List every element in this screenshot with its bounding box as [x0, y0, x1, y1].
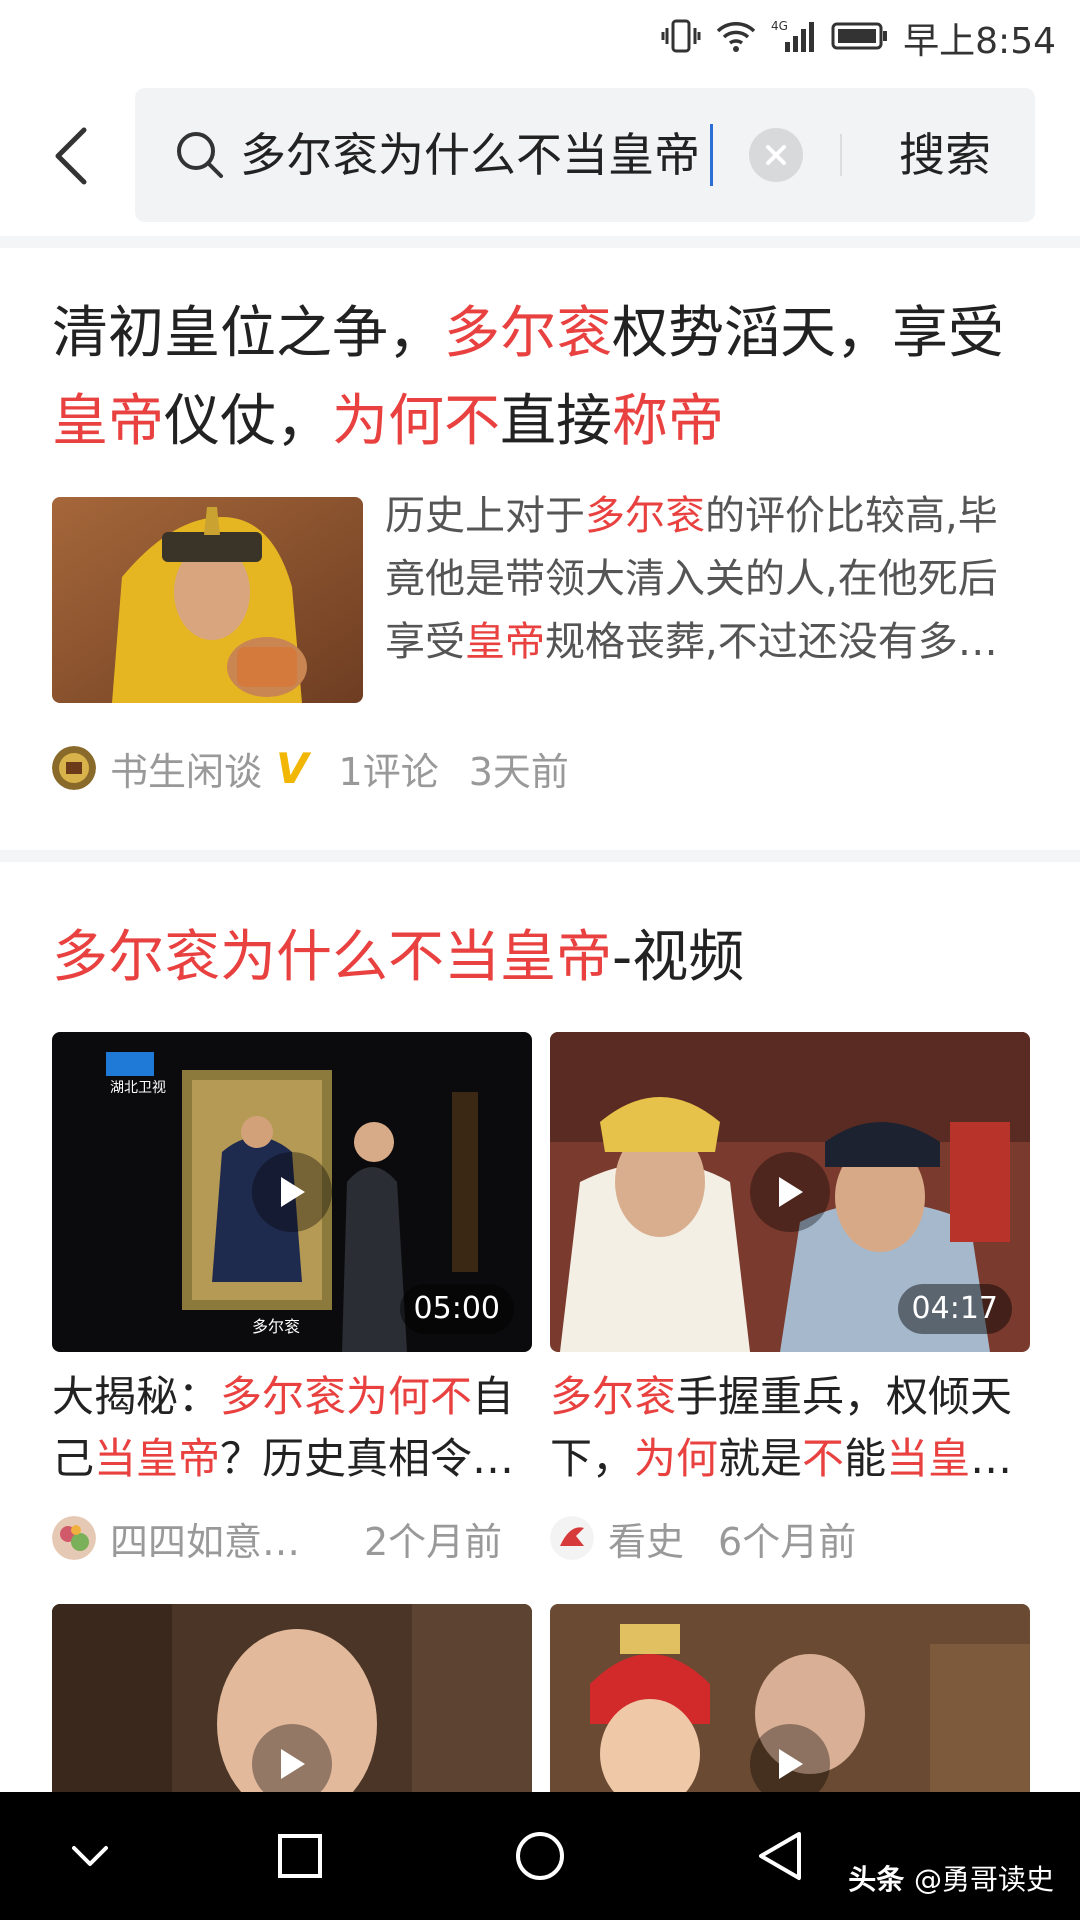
article-meta: 书生闲谈 V 1评论 3天前: [52, 740, 569, 796]
highlight-text: 不: [802, 1434, 845, 1483]
clear-button[interactable]: [749, 128, 803, 182]
status-time: 早上8:54: [903, 21, 1056, 62]
article-thumbnail[interactable]: [52, 497, 363, 703]
publish-time: 3天前: [468, 749, 569, 794]
highlight-text: 为何: [634, 1434, 719, 1483]
publish-time: 2个月前: [364, 1519, 503, 1564]
highlight-text: 当皇帝: [94, 1434, 221, 1483]
svg-text:湖北卫视: 湖北卫视: [110, 1080, 166, 1096]
svg-text:多尔衮: 多尔衮: [252, 1317, 300, 1336]
highlight-text: 多尔衮: [550, 1372, 677, 1421]
home-button[interactable]: [510, 1826, 570, 1886]
video-duration: 04:17: [897, 1284, 1012, 1334]
signal-icon: 4G: [771, 18, 817, 58]
video-title[interactable]: 多尔衮手握重兵，权倾天下，为何就是不能当皇…: [550, 1366, 1030, 1490]
text-segment: ？历史真相令…: [220, 1434, 515, 1483]
video-thumbnail[interactable]: 04:17: [550, 1032, 1030, 1352]
highlight-text: 多尔衮为什么不当皇帝: [52, 925, 612, 990]
close-icon: [766, 145, 786, 165]
wifi-icon: [715, 19, 757, 57]
avatar[interactable]: [52, 746, 96, 790]
publish-time: 6个月前: [718, 1519, 857, 1564]
hide-keyboard-button[interactable]: [60, 1826, 120, 1886]
system-nav-bar: [0, 1792, 1080, 1920]
text-segment: …: [970, 1434, 1013, 1483]
video-card[interactable]: 04:17 多尔衮手握重兵，权倾天下，为何就是不能当皇… 看史 6个月前: [550, 1032, 1030, 1566]
chevron-down-icon: [72, 1846, 108, 1866]
video-author[interactable]: 看史: [608, 1511, 684, 1566]
text-cursor: [710, 124, 713, 186]
text-segment: 规格丧葬,不过还没有多…: [545, 619, 998, 665]
video-author[interactable]: 四四如意…: [110, 1511, 330, 1566]
text-segment: 仪仗，: [164, 389, 332, 454]
divider: [0, 236, 1080, 248]
vibrate-icon: [661, 18, 701, 58]
play-icon[interactable]: [252, 1152, 332, 1232]
highlight-text: 皇帝: [465, 619, 545, 665]
search-icon: [175, 130, 225, 180]
video-card[interactable]: 湖北卫视 多尔衮 05:00 大揭秘：多尔衮为何不自己当皇帝？历史真相令… 四四…: [52, 1032, 532, 1566]
text-segment: -视频: [612, 925, 745, 990]
highlight-text: 称帝: [612, 389, 724, 454]
comment-count: 1评论: [338, 749, 439, 794]
article-author[interactable]: 书生闲谈: [110, 741, 262, 796]
article-title[interactable]: 清初皇位之争，多尔衮权势滔天，享受皇帝仪仗，为何不直接称帝: [52, 290, 1042, 466]
svg-text:4G: 4G: [771, 19, 788, 33]
search-header: 多尔衮为什么不当皇帝 搜索: [0, 76, 1080, 236]
article-description: 历史上对于多尔衮的评价比较高,毕竟他是带领大清入关的人,在他死后享受皇帝规格丧葬…: [385, 485, 1030, 674]
highlight-text: 当皇: [886, 1434, 971, 1483]
text-segment: 清初皇位之争，: [52, 301, 444, 366]
highlight-text: 为何不: [332, 389, 500, 454]
video-thumbnail[interactable]: 湖北卫视 多尔衮 05:00: [52, 1032, 532, 1352]
triangle-back-icon: [759, 1832, 801, 1880]
back-arrow-icon: [55, 127, 87, 185]
watermark: 头条 @勇哥读史: [848, 1863, 1054, 1896]
avatar[interactable]: [52, 1516, 96, 1560]
verified-badge-icon: V: [276, 743, 309, 793]
search-button[interactable]: 搜索: [870, 118, 1020, 192]
circle-icon: [516, 1832, 564, 1880]
play-icon[interactable]: [750, 1152, 830, 1232]
avatar[interactable]: [550, 1516, 594, 1560]
video-title[interactable]: 大揭秘：多尔衮为何不自己当皇帝？历史真相令…: [52, 1366, 532, 1490]
back-button[interactable]: [40, 116, 100, 196]
back-nav-button[interactable]: [750, 1826, 810, 1886]
divider: [840, 134, 842, 176]
highlight-text: 多尔衮: [444, 301, 612, 366]
text-segment: 能: [844, 1434, 887, 1483]
text-segment: 权势滔天，享受: [612, 301, 1004, 366]
text-segment: 直接: [500, 389, 612, 454]
status-bar: 4G 早上8:54: [0, 0, 1080, 76]
status-icons: 4G 早上8:54: [661, 14, 1056, 62]
highlight-text: 多尔衮: [585, 493, 705, 539]
highlight-text: 皇帝: [52, 389, 164, 454]
text-segment: 历史上对于: [385, 493, 585, 539]
recent-apps-button[interactable]: [270, 1826, 330, 1886]
video-meta: 看史 6个月前: [550, 1510, 1030, 1566]
video-section-title[interactable]: 多尔衮为什么不当皇帝-视频: [52, 918, 744, 998]
text-segment: 就是: [718, 1434, 803, 1483]
highlight-text: 多尔衮为何不: [220, 1372, 473, 1421]
video-duration: 05:00: [399, 1284, 514, 1334]
square-icon: [278, 1834, 322, 1878]
text-segment: 大揭秘：: [52, 1372, 221, 1421]
divider: [0, 850, 1080, 862]
battery-icon: [831, 21, 889, 55]
search-box[interactable]: 多尔衮为什么不当皇帝 搜索: [135, 88, 1035, 222]
video-meta: 四四如意… 2个月前: [52, 1510, 532, 1566]
